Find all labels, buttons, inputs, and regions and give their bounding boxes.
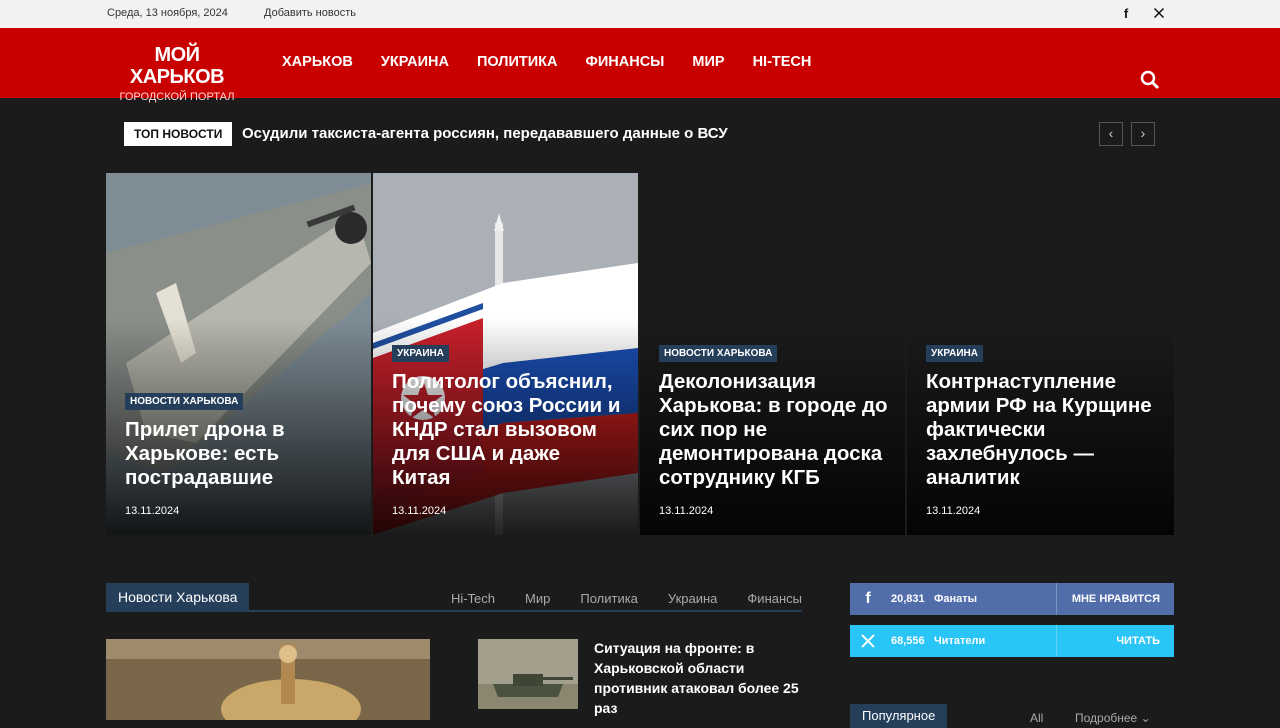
tab-hitech[interactable]: Hi-Tech [451, 591, 495, 606]
featured-title[interactable]: Прилет дрона в Харькове: есть пострадавш… [125, 418, 355, 490]
nav-item-politics[interactable]: ПОЛИТИКА [477, 54, 558, 70]
featured-title[interactable]: Контрнаступление армии РФ на Курщине фак… [926, 370, 1158, 490]
category-badge[interactable]: НОВОСТИ ХАРЬКОВА [659, 345, 778, 362]
tab-politics[interactable]: Политика [580, 591, 638, 606]
chevron-down-icon: ⌄ [1140, 711, 1151, 725]
featured-content: НОВОСТИ ХАРЬКОВА Прилет дрона в Харькове… [125, 391, 355, 517]
nav-item-kharkiv[interactable]: ХАРЬКОВ [282, 54, 353, 70]
section-header: Новости Харькова Hi-Tech Мир Политика Ук… [106, 583, 802, 612]
featured-grid: НОВОСТИ ХАРЬКОВА Прилет дрона в Харькове… [106, 173, 1174, 535]
site-logo[interactable]: МОЙ ХАРЬКОВ ГОРОДСКОЙ ПОРТАЛ [107, 44, 247, 104]
category-badge[interactable]: НОВОСТИ ХАРЬКОВА [125, 393, 244, 410]
x-icon [860, 633, 876, 649]
kharkiv-news-section: Новости Харькова Hi-Tech Мир Политика Ук… [106, 583, 802, 612]
featured-card[interactable]: НОВОСТИ ХАРЬКОВА Деколонизация Харькова:… [640, 173, 905, 535]
x-read-button[interactable]: ЧИТАТЬ [1116, 635, 1160, 647]
nav-item-ukraine[interactable]: УКРАИНА [381, 54, 449, 70]
featured-card[interactable]: НОВОСТИ ХАРЬКОВА Прилет дрона в Харькове… [106, 173, 371, 535]
ticker-headline[interactable]: Осудили таксиста-агента россиян, передав… [242, 125, 728, 142]
facebook-label: Фанаты [934, 593, 978, 605]
divider [1056, 625, 1057, 657]
category-badge[interactable]: УКРАИНА [926, 345, 983, 362]
nav-item-hitech[interactable]: HI-TECH [753, 54, 812, 70]
x-widget[interactable]: 68,556 Читатели ЧИТАТЬ [850, 625, 1174, 657]
ticker-next-button[interactable]: › [1131, 122, 1155, 146]
nav-item-finance[interactable]: ФИНАНСЫ [586, 54, 665, 70]
popular-more-dropdown[interactable]: Подробнее ⌄ [1075, 711, 1151, 725]
search-icon[interactable] [1140, 70, 1160, 90]
tab-finance[interactable]: Финансы [747, 591, 802, 606]
featured-content: НОВОСТИ ХАРЬКОВА Деколонизация Харькова:… [659, 343, 889, 517]
article-image [478, 639, 578, 709]
current-date: Среда, 13 ноября, 2024 [107, 7, 228, 19]
section-title[interactable]: Новости Харькова [106, 583, 250, 612]
featured-content: УКРАИНА Политолог объяснил, почему союз … [392, 343, 622, 517]
featured-date: 13.11.2024 [926, 505, 981, 517]
top-bar: Среда, 13 ноября, 2024 Добавить новость … [0, 0, 1280, 28]
featured-title[interactable]: Политолог объяснил, почему союз России и… [392, 370, 622, 490]
side-article-title[interactable]: Ситуация на фронте: в Харьковской област… [594, 638, 804, 718]
nav-item-world[interactable]: МИР [692, 54, 724, 70]
main-nav: ХАРЬКОВ УКРАИНА ПОЛИТИКА ФИНАНСЫ МИР HI-… [282, 54, 839, 70]
ticker-tag: ТОП НОВОСТИ [124, 122, 233, 146]
featured-date: 13.11.2024 [392, 505, 447, 517]
tab-world[interactable]: Мир [525, 591, 550, 606]
popular-title[interactable]: Популярное [850, 704, 948, 728]
featured-title[interactable]: Деколонизация Харькова: в городе до сих … [659, 370, 889, 490]
category-badge[interactable]: УКРАИНА [392, 345, 449, 362]
facebook-count: 20,831 [891, 593, 925, 605]
facebook-like-button[interactable]: МНЕ НРАВИТСЯ [1072, 593, 1160, 605]
x-count: 68,556 [891, 635, 925, 647]
divider [1056, 583, 1057, 615]
top-news-ticker: ТОП НОВОСТИ Осудили таксиста-агента росс… [0, 98, 1280, 173]
featured-date: 13.11.2024 [125, 505, 180, 517]
featured-content: УКРАИНА Контрнаступление армии РФ на Кур… [926, 343, 1158, 517]
popular-more-label: Подробнее [1075, 711, 1138, 725]
ticker-prev-button[interactable]: ‹ [1099, 122, 1123, 146]
site-header: МОЙ ХАРЬКОВ ГОРОДСКОЙ ПОРТАЛ ХАРЬКОВ УКР… [0, 28, 1280, 103]
x-label: Читатели [934, 635, 986, 647]
featured-card[interactable]: УКРАИНА Политолог объяснил, почему союз … [373, 173, 638, 535]
article-thumbnail[interactable] [478, 639, 578, 709]
featured-card[interactable]: УКРАИНА Контрнаступление армии РФ на Кур… [907, 173, 1174, 535]
section-tabs: Hi-Tech Мир Политика Украина Финансы [421, 591, 802, 606]
featured-date: 13.11.2024 [659, 505, 714, 517]
facebook-icon[interactable]: f [1118, 6, 1134, 21]
add-news-link[interactable]: Добавить новость [264, 7, 356, 19]
popular-all-filter[interactable]: All [1030, 711, 1043, 725]
article-main-image[interactable] [106, 639, 430, 720]
article-image [106, 639, 430, 720]
logo-title: МОЙ ХАРЬКОВ [129, 44, 225, 88]
x-icon[interactable] [1151, 6, 1167, 22]
tab-ukraine[interactable]: Украина [668, 591, 718, 606]
facebook-icon: f [865, 590, 871, 607]
facebook-widget[interactable]: f 20,831 Фанаты МНЕ НРАВИТСЯ [850, 583, 1174, 615]
